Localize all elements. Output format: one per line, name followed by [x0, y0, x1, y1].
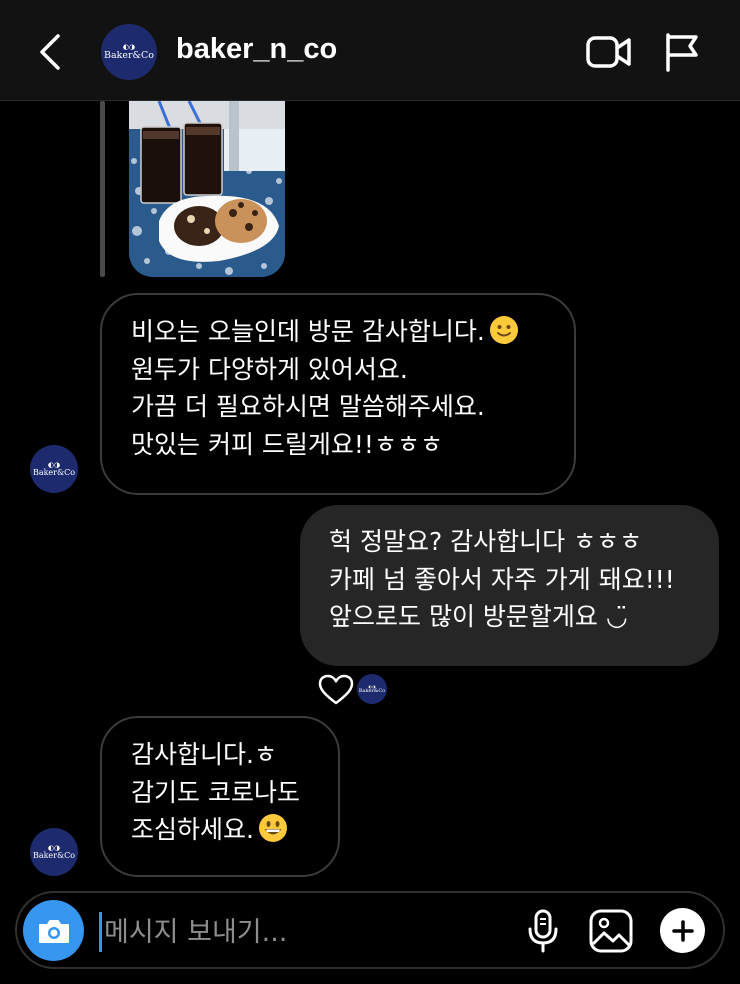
- message-text: 원두가 다양하게 있어서요.: [131, 354, 408, 384]
- microphone-icon[interactable]: [526, 908, 560, 954]
- message-text: 조심하세요.: [131, 815, 254, 844]
- camera-icon: [38, 919, 69, 943]
- gallery-icon[interactable]: [588, 908, 634, 954]
- plus-icon: [671, 919, 694, 942]
- message-text: 헉 정말요? 감사합니다 ㅎㅎㅎ: [329, 527, 643, 556]
- received-message-bubble[interactable]: 비오는 오늘인데 방문 감사합니다. 원두가 다양하게 있어서요. 가끔 더 필…: [100, 293, 576, 495]
- avatar-logo-text: Baker&Co: [32, 851, 76, 860]
- heart-reaction-icon[interactable]: [318, 674, 354, 706]
- avatar-logo-text: Baker&Co: [358, 688, 386, 694]
- coffee-cookies-photo: [129, 101, 285, 277]
- avatar-logo-text: Baker&Co: [32, 468, 76, 477]
- reply-indicator-bar: [100, 101, 105, 277]
- chat-username[interactable]: baker_n_co: [176, 33, 337, 66]
- camera-button[interactable]: [23, 900, 84, 961]
- grinning-face-emoji-icon: [258, 814, 287, 842]
- message-text: 가끔 더 필요하시면 말씀해주세요.: [131, 392, 485, 421]
- back-arrow-icon[interactable]: [34, 32, 68, 72]
- slightly-smiling-face-emoji-icon: [489, 316, 518, 344]
- message-text: 맛있는 커피 드릴게요!!ㅎㅎㅎ: [131, 429, 443, 459]
- report-flag-icon[interactable]: [664, 32, 700, 72]
- message-text: 감사합니다.ㅎ: [131, 740, 277, 769]
- video-call-icon[interactable]: [586, 33, 632, 71]
- profile-avatar[interactable]: ◐◑ Baker&Co: [101, 24, 157, 80]
- sent-message-bubble[interactable]: 헉 정말요? 감사합니다 ㅎㅎㅎ 카페 넘 좋아서 자주 가게 돼요!!! 앞으…: [300, 505, 719, 666]
- sender-avatar[interactable]: ◐◑ Baker&Co: [30, 445, 78, 493]
- received-message-bubble[interactable]: 감사합니다.ㅎ 감기도 코로나도 조심하세요.: [100, 716, 340, 877]
- chat-header: ◐◑ Baker&Co baker_n_co: [0, 0, 740, 101]
- message-text: 카페 넘 좋아서 자주 가게 돼요!!!: [329, 564, 675, 594]
- message-text: 감기도 코로나도: [131, 777, 300, 807]
- avatar-logo-text: Baker&Co: [103, 50, 154, 62]
- shared-photo[interactable]: [129, 101, 285, 277]
- message-text: 앞으로도 많이 방문할게요 ◡̈: [329, 602, 628, 631]
- message-input[interactable]: [99, 912, 504, 952]
- add-more-button[interactable]: [660, 908, 705, 953]
- sender-avatar[interactable]: ◐◑ Baker&Co: [30, 828, 78, 876]
- reaction-avatar: ◐◑ Baker&Co: [357, 674, 387, 704]
- message-text: 비오는 오늘인데 방문 감사합니다.: [131, 317, 485, 346]
